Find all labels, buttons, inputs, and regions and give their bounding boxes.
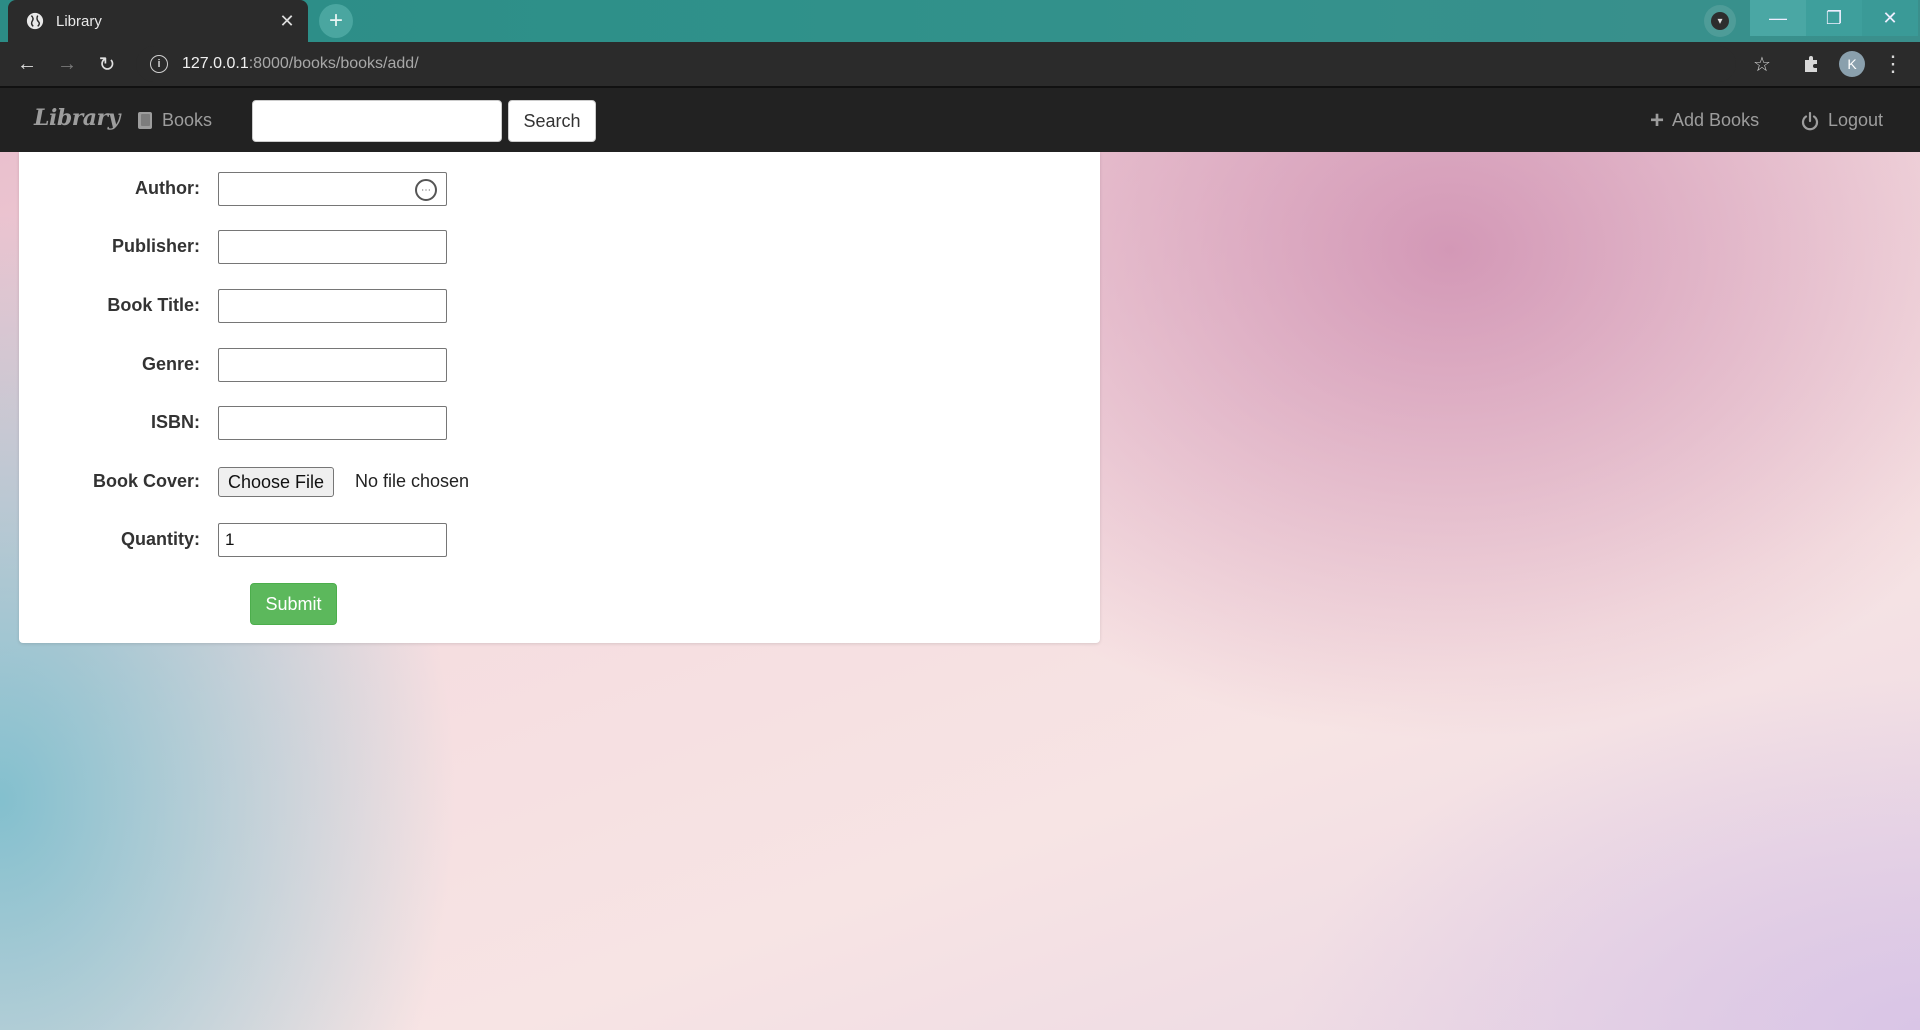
address-bar[interactable]: i 127.0.0.1:8000/books/books/add/: [136, 46, 1736, 82]
avatar: K: [1839, 51, 1865, 77]
brand-logo[interactable]: Library: [34, 105, 120, 131]
author-field[interactable]: [218, 172, 447, 206]
book-title-label: Book Title:: [107, 295, 200, 315]
new-tab-button[interactable]: +: [319, 4, 353, 38]
back-arrow-icon[interactable]: ←: [12, 49, 42, 79]
browser-toolbar: ← → ↻ i 127.0.0.1:8000/books/books/add/ …: [0, 42, 1920, 86]
book-title-row: Book Title:: [19, 289, 1100, 323]
genre-row: Genre:: [19, 348, 1100, 382]
publisher-row: Publisher:: [19, 230, 1100, 264]
quantity-label: Quantity:: [121, 529, 200, 549]
book-cover-label: Book Cover:: [92, 471, 200, 491]
book-cover-row: Book Cover: Choose File No file chosen: [19, 465, 1100, 499]
url-path: :8000/books/books/add/: [248, 55, 419, 72]
author-label: Author:: [135, 178, 200, 198]
url-host: 127.0.0.1: [182, 55, 249, 72]
choose-file-button[interactable]: Choose File: [218, 467, 335, 497]
nav-add-books-label: Add Books: [1672, 110, 1760, 130]
tab-search-button[interactable]: ▾: [1704, 5, 1736, 37]
bookmark-star-icon[interactable]: ☆: [1747, 49, 1777, 79]
extensions-puzzle-icon[interactable]: [1797, 49, 1827, 79]
search-button[interactable]: Search: [508, 100, 596, 142]
publisher-label: Publisher:: [111, 236, 200, 256]
book-icon: [138, 112, 152, 129]
app-navbar: Library Books Search + Add Books Logout: [0, 86, 1920, 152]
nav-logout-label: Logout: [1828, 110, 1884, 130]
nav-add-books-link[interactable]: + Add Books: [1650, 106, 1760, 134]
window-minimize-button[interactable]: —: [1750, 0, 1806, 36]
nav-books-link[interactable]: Books: [138, 110, 212, 131]
file-status-text: No file chosen: [355, 471, 470, 491]
isbn-label: ISBN:: [151, 412, 200, 432]
plus-icon: +: [1650, 106, 1665, 134]
submit-button[interactable]: Submit: [250, 583, 337, 625]
autofill-icon[interactable]: ⋯: [415, 179, 437, 201]
quantity-row: Quantity:: [19, 523, 1100, 557]
author-row: Author: ⋯: [19, 172, 1100, 206]
isbn-field[interactable]: [218, 406, 447, 440]
genre-label: Genre:: [141, 354, 200, 374]
quantity-field[interactable]: [218, 523, 447, 557]
window-restore-button[interactable]: ❐: [1806, 0, 1862, 36]
chevron-down-icon: ▾: [1711, 12, 1729, 30]
power-icon: [1801, 111, 1819, 130]
search-input[interactable]: [252, 100, 502, 142]
genre-field[interactable]: [218, 348, 447, 382]
browser-tab[interactable]: Library ✕: [8, 0, 308, 42]
add-book-form-panel: Author: ⋯ Publisher: Book Title: Genre: …: [19, 152, 1100, 643]
forward-arrow-icon[interactable]: →: [52, 49, 82, 79]
reload-icon[interactable]: ↻: [92, 49, 122, 79]
publisher-field[interactable]: [218, 230, 447, 264]
window-close-button[interactable]: ✕: [1862, 0, 1918, 36]
browser-tabstrip: Library ✕ + ▾ — ❐ ✕: [0, 0, 1920, 42]
nav-books-label: Books: [162, 110, 213, 130]
kebab-menu-icon[interactable]: ⋮: [1878, 49, 1908, 79]
nav-logout-link[interactable]: Logout: [1800, 110, 1883, 131]
globe-icon: [26, 12, 44, 30]
book-title-field[interactable]: [218, 289, 447, 323]
profile-button[interactable]: K: [1837, 49, 1867, 79]
tab-title: Library: [56, 12, 102, 30]
isbn-row: ISBN:: [19, 406, 1100, 440]
site-info-icon[interactable]: i: [150, 55, 168, 73]
tab-close-icon[interactable]: ✕: [272, 6, 302, 36]
